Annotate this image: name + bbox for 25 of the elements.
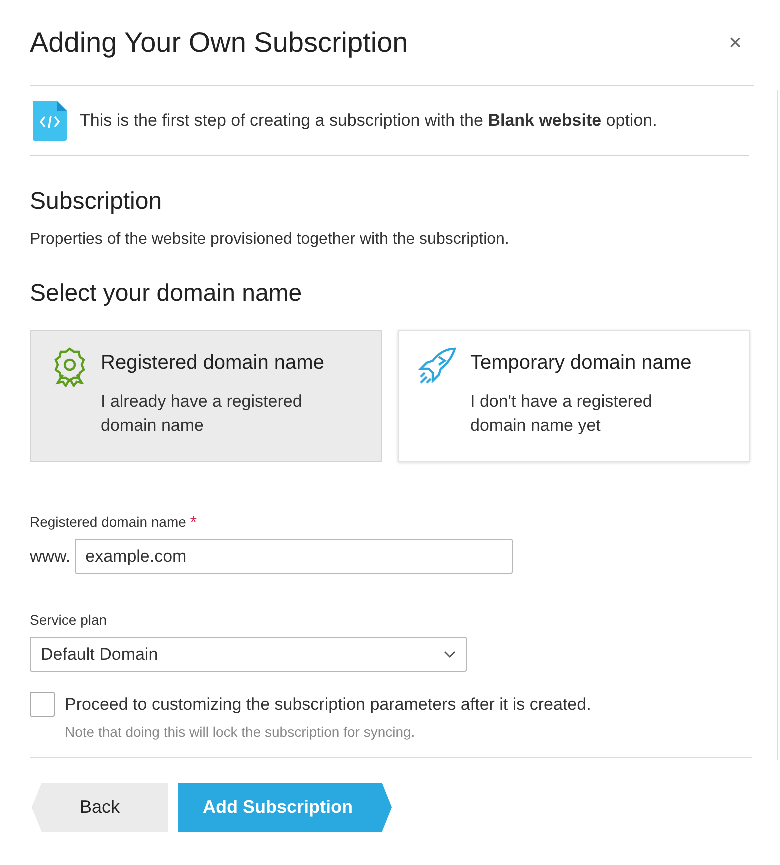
domain-input[interactable]: example.com [74, 539, 513, 574]
info-text: This is the first step of creating a subscription with the Blank website option. [80, 110, 658, 132]
award-icon [53, 347, 87, 387]
service-plan-select[interactable]: Default Domain [30, 637, 467, 672]
required-mark: * [190, 514, 198, 531]
section-title: Subscription [30, 187, 164, 217]
back-button[interactable]: Back [32, 782, 168, 832]
close-button[interactable]: × [729, 32, 742, 54]
checkbox-label: Proceed to customizing the subscription parameters after it is created. [65, 694, 592, 716]
field-label: Registered domain name [30, 513, 186, 532]
option-description: I don't have a registered domain name yet [470, 391, 654, 437]
dialog-title: Adding Your Own Subscription [30, 26, 408, 60]
domain-option-card[interactable]: Temporary domain name I don't have a registered domain name yet [398, 330, 750, 462]
option-title: Temporary domain name [470, 351, 693, 376]
chevron-down-icon [444, 650, 456, 658]
option-description: I already have a registered domain name [101, 391, 304, 437]
code-file-icon [33, 100, 67, 140]
customize-checkbox[interactable] [30, 692, 55, 718]
option-title: Registered domain name [101, 351, 326, 376]
section-description: Properties of the website provisioned together with the subscription. [30, 230, 510, 250]
field-label: Service plan [30, 611, 108, 630]
checkbox-note: Note that doing this will lock the subscription for syncing. [65, 722, 416, 742]
domain-choice-title: Select your domain name [30, 279, 304, 309]
domain-option-card[interactable]: Registered domain name I already have a registered domain name [30, 330, 382, 462]
www-prefix: www. [30, 546, 71, 568]
